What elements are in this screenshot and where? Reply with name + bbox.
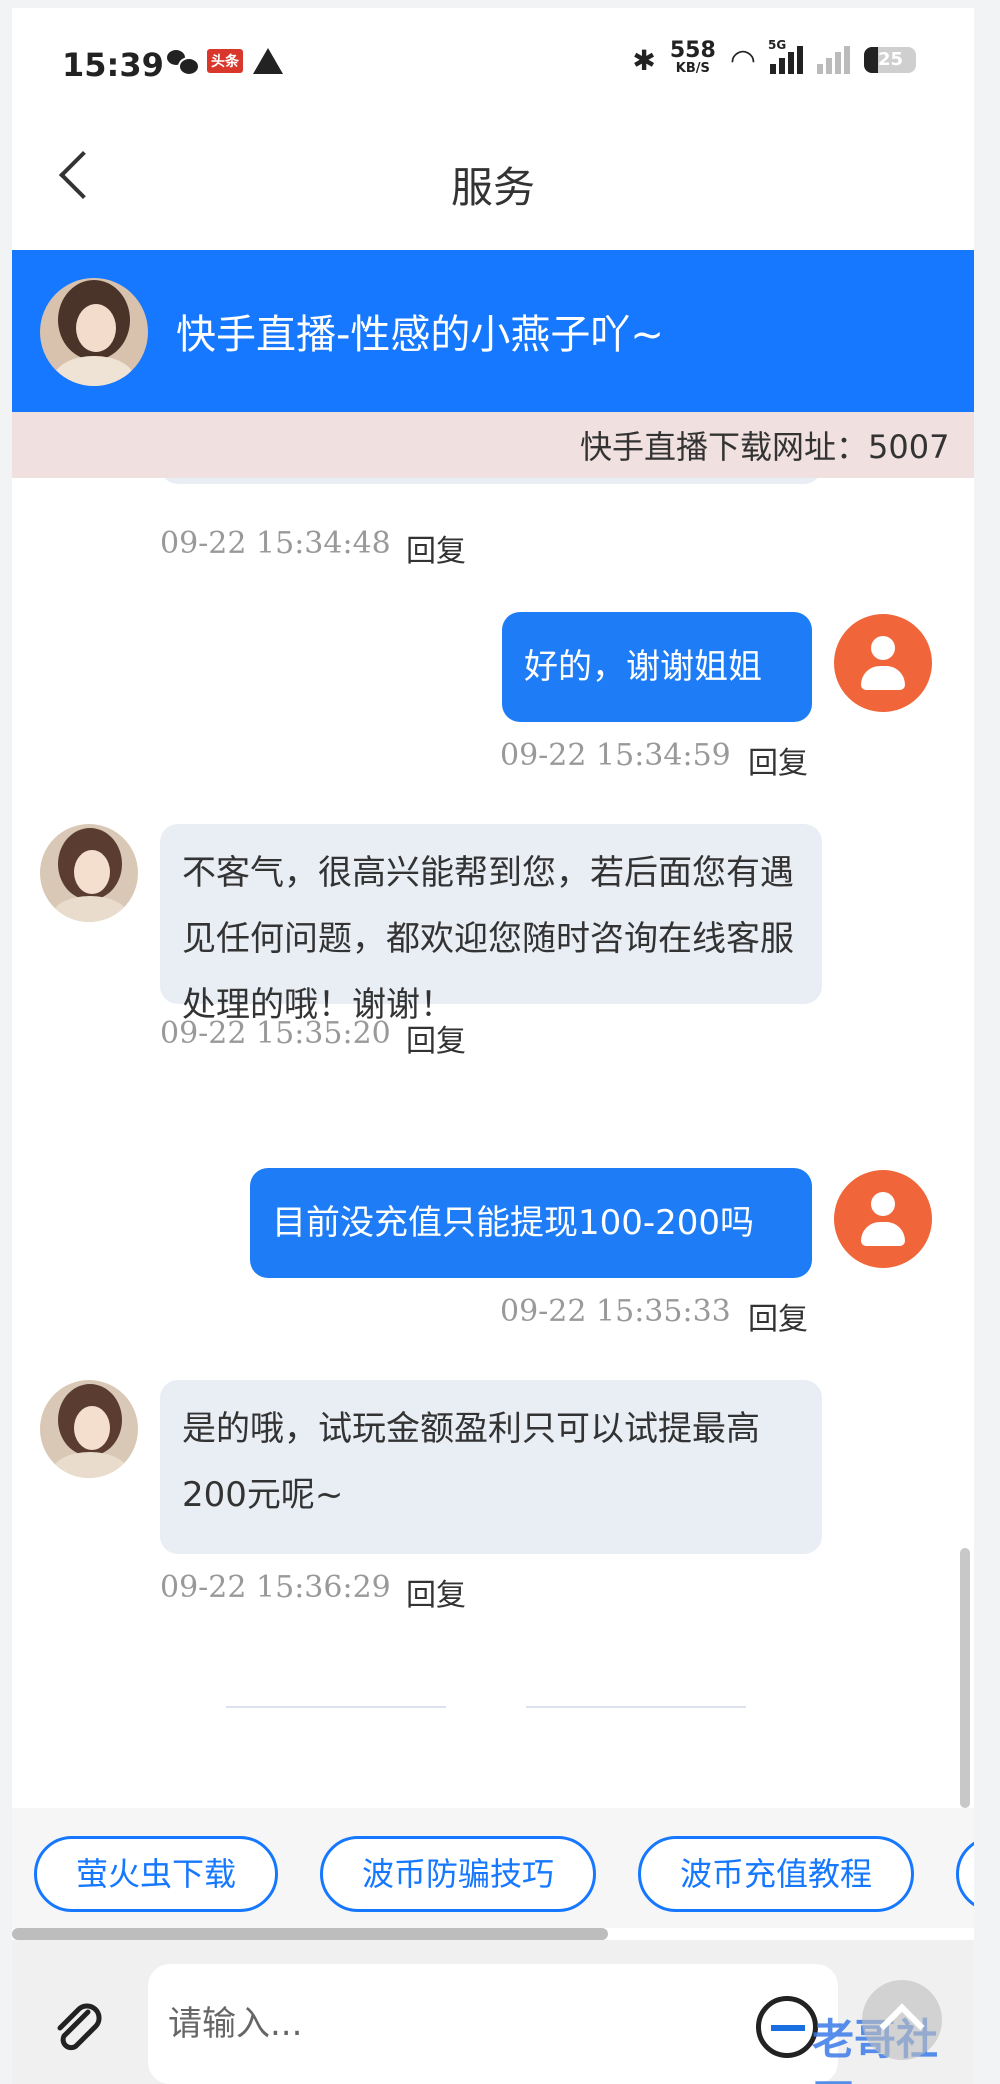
status-bar: 15:39 头条 ✱ 558 KB/S ◠ 5G 25: [12, 8, 974, 118]
reply-button[interactable]: 回复: [406, 1570, 466, 1614]
agent-message-bubble: 是的哦，试玩金额盈利只可以试提最高200元呢~: [160, 1380, 822, 1554]
agent-message-bubble: 不客气，很高兴能帮到您，若后面您有遇见任何问题，都欢迎您随时咨询在线客服处理的哦…: [160, 824, 822, 1025]
chips-scrollbar[interactable]: [12, 1928, 608, 1940]
page: 15:39 头条 ✱ 558 KB/S ◠ 5G 25 服务 快手直播-性感的小…: [12, 8, 974, 2084]
message-timestamp: 09-22 15:36:29: [160, 1570, 391, 1605]
divider: [226, 1706, 446, 1708]
message-timestamp: 09-22 15:35:20: [160, 1016, 391, 1051]
scroll-top-icon[interactable]: [862, 1980, 942, 2060]
input-bar: 老哥社区: [12, 1940, 974, 2084]
battery-icon: 25: [864, 47, 916, 73]
quick-actions: 萤火虫下载 波币防骗技巧 波币充值教程: [12, 1808, 974, 1928]
quick-action-chip[interactable]: [956, 1836, 974, 1912]
emoji-icon[interactable]: [756, 1996, 818, 2058]
wechat-icon: [167, 48, 200, 76]
message-timestamp: 09-22 15:34:59: [500, 738, 731, 773]
status-right-icons: ✱ 558 KB/S ◠ 5G 25: [632, 38, 916, 78]
chat-list[interactable]: 09-22 15:34:48 回复 好的，谢谢姐姐 09-22 15:34:59…: [12, 478, 974, 1808]
person-icon: [871, 636, 895, 660]
wifi-icon: ◠: [729, 42, 756, 78]
announcement-marquee: 快手直播下载网址：5007: [12, 412, 974, 478]
signal-secondary-icon: [817, 46, 850, 74]
status-time: 15:39: [62, 46, 164, 84]
announcement-text: 快手直播下载网址：5007: [580, 428, 950, 466]
divider: [526, 1706, 746, 1708]
bluetooth-icon: ✱: [632, 43, 656, 77]
quick-action-chip[interactable]: 波币充值教程: [638, 1836, 914, 1912]
agent-avatar: [40, 824, 138, 922]
user-message-bubble: 好的，谢谢姐姐: [502, 612, 812, 722]
banner-title: 快手直播-性感的小燕子吖~: [176, 312, 664, 358]
reply-button[interactable]: 回复: [748, 738, 808, 782]
agent-avatar: [40, 1380, 138, 1478]
message-timestamp: 09-22 15:34:48: [160, 526, 391, 561]
net-speed: 558 KB/S: [669, 38, 716, 77]
signal-icon: 5G: [768, 38, 803, 74]
person-icon: [871, 1192, 895, 1216]
page-title: 服务: [450, 163, 535, 212]
agent-avatar: [40, 278, 148, 386]
notification-icons: 头条: [167, 48, 283, 76]
quick-action-chip[interactable]: 萤火虫下载: [34, 1836, 278, 1912]
user-avatar: [834, 1170, 932, 1268]
reply-button[interactable]: 回复: [406, 1016, 466, 1060]
nav-header: 服务: [12, 118, 974, 250]
chat-scrollbar[interactable]: [960, 1548, 970, 1808]
service-banner: 快手直播-性感的小燕子吖~: [12, 250, 974, 412]
user-avatar: [834, 614, 932, 712]
message-input[interactable]: [148, 1964, 838, 2084]
attachment-icon[interactable]: [48, 1998, 108, 2058]
user-message-bubble: 目前没充值只能提现100-200吗: [250, 1168, 812, 1278]
toutiao-icon: 头条: [207, 49, 243, 73]
reply-button[interactable]: 回复: [406, 526, 466, 570]
quick-action-chip[interactable]: 波币防骗技巧: [320, 1836, 596, 1912]
message-timestamp: 09-22 15:35:33: [500, 1294, 731, 1329]
reply-button[interactable]: 回复: [748, 1294, 808, 1338]
agent-message-bubble: [160, 478, 822, 484]
warning-icon: [253, 48, 283, 74]
